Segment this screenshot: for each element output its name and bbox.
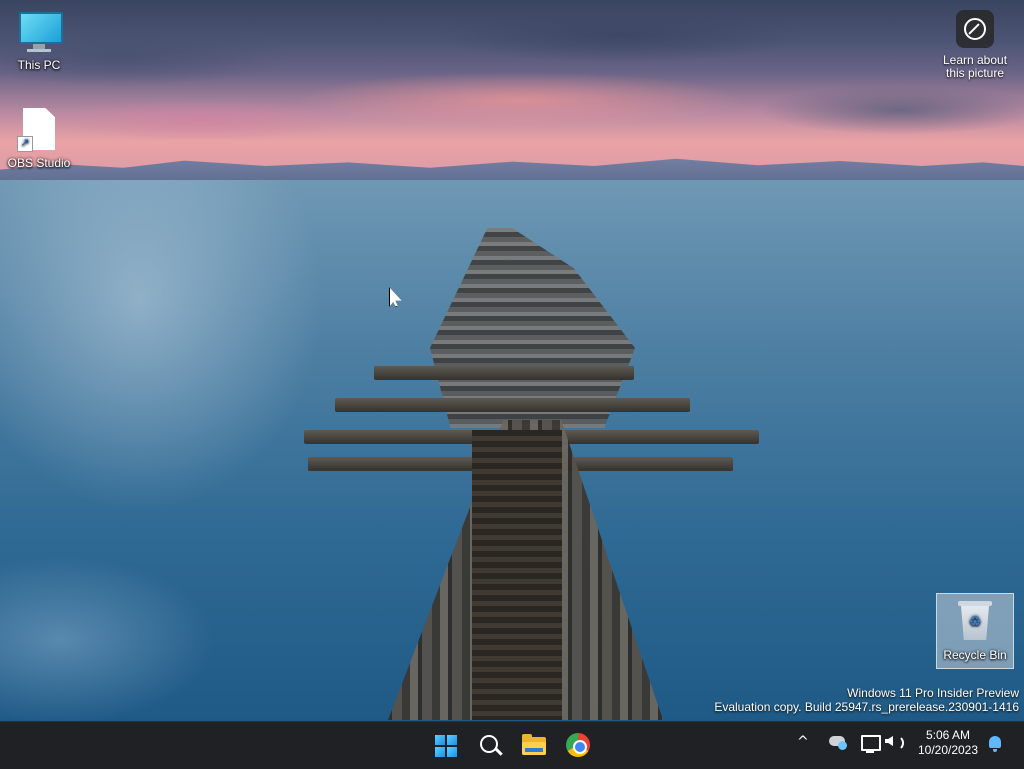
file-explorer-button[interactable] <box>515 728 551 763</box>
wallpaper-sky <box>0 0 1024 182</box>
recycle-bin-icon: ♻ <box>951 598 999 646</box>
search-button[interactable] <box>471 728 507 763</box>
start-button[interactable] <box>427 728 463 763</box>
show-hidden-icons-chevron-icon[interactable]: ^ <box>797 734 809 750</box>
spotlight-camera-icon <box>956 10 994 48</box>
taskbar-clock[interactable]: 5:06 AM 10/20/2023 <box>913 728 983 758</box>
learn-label-line2: this picture <box>945 66 1005 80</box>
chrome-button[interactable] <box>559 728 595 763</box>
wallpaper-plank <box>374 366 634 380</box>
windows-watermark: Windows 11 Pro Insider Preview Evaluatio… <box>714 686 1019 714</box>
desktop-icon-obs-studio[interactable]: ↗ OBS Studio <box>1 106 77 170</box>
desktop-wallpaper <box>0 0 1024 721</box>
windows-logo-icon <box>435 735 457 757</box>
wallpaper-pier-center <box>472 430 562 720</box>
wallpaper-plank <box>335 398 690 412</box>
learn-about-picture[interactable]: Learn about this picture <box>940 10 1010 80</box>
watermark-line1: Windows 11 Pro Insider Preview <box>847 686 1019 700</box>
taskbar-pinned-apps <box>427 728 595 763</box>
clock-time: 5:06 AM <box>925 728 971 742</box>
clock-date: 10/20/2023 <box>917 743 979 757</box>
watermark-line2: Evaluation copy. Build 25947.rs_prerelea… <box>714 700 1019 714</box>
desktop-icon-label: Recycle Bin <box>943 648 1007 662</box>
desktop-icon-label: This PC <box>17 58 61 72</box>
desktop-icon-label: OBS Studio <box>7 156 71 170</box>
monitor-icon <box>15 8 63 56</box>
desktop-icon-recycle-bin[interactable]: ♻ Recycle Bin <box>936 593 1014 669</box>
shortcut-file-icon: ↗ <box>15 106 63 154</box>
desktop-icon-this-pc[interactable]: This PC <box>1 8 77 72</box>
shortcut-arrow-icon: ↗ <box>17 136 33 152</box>
